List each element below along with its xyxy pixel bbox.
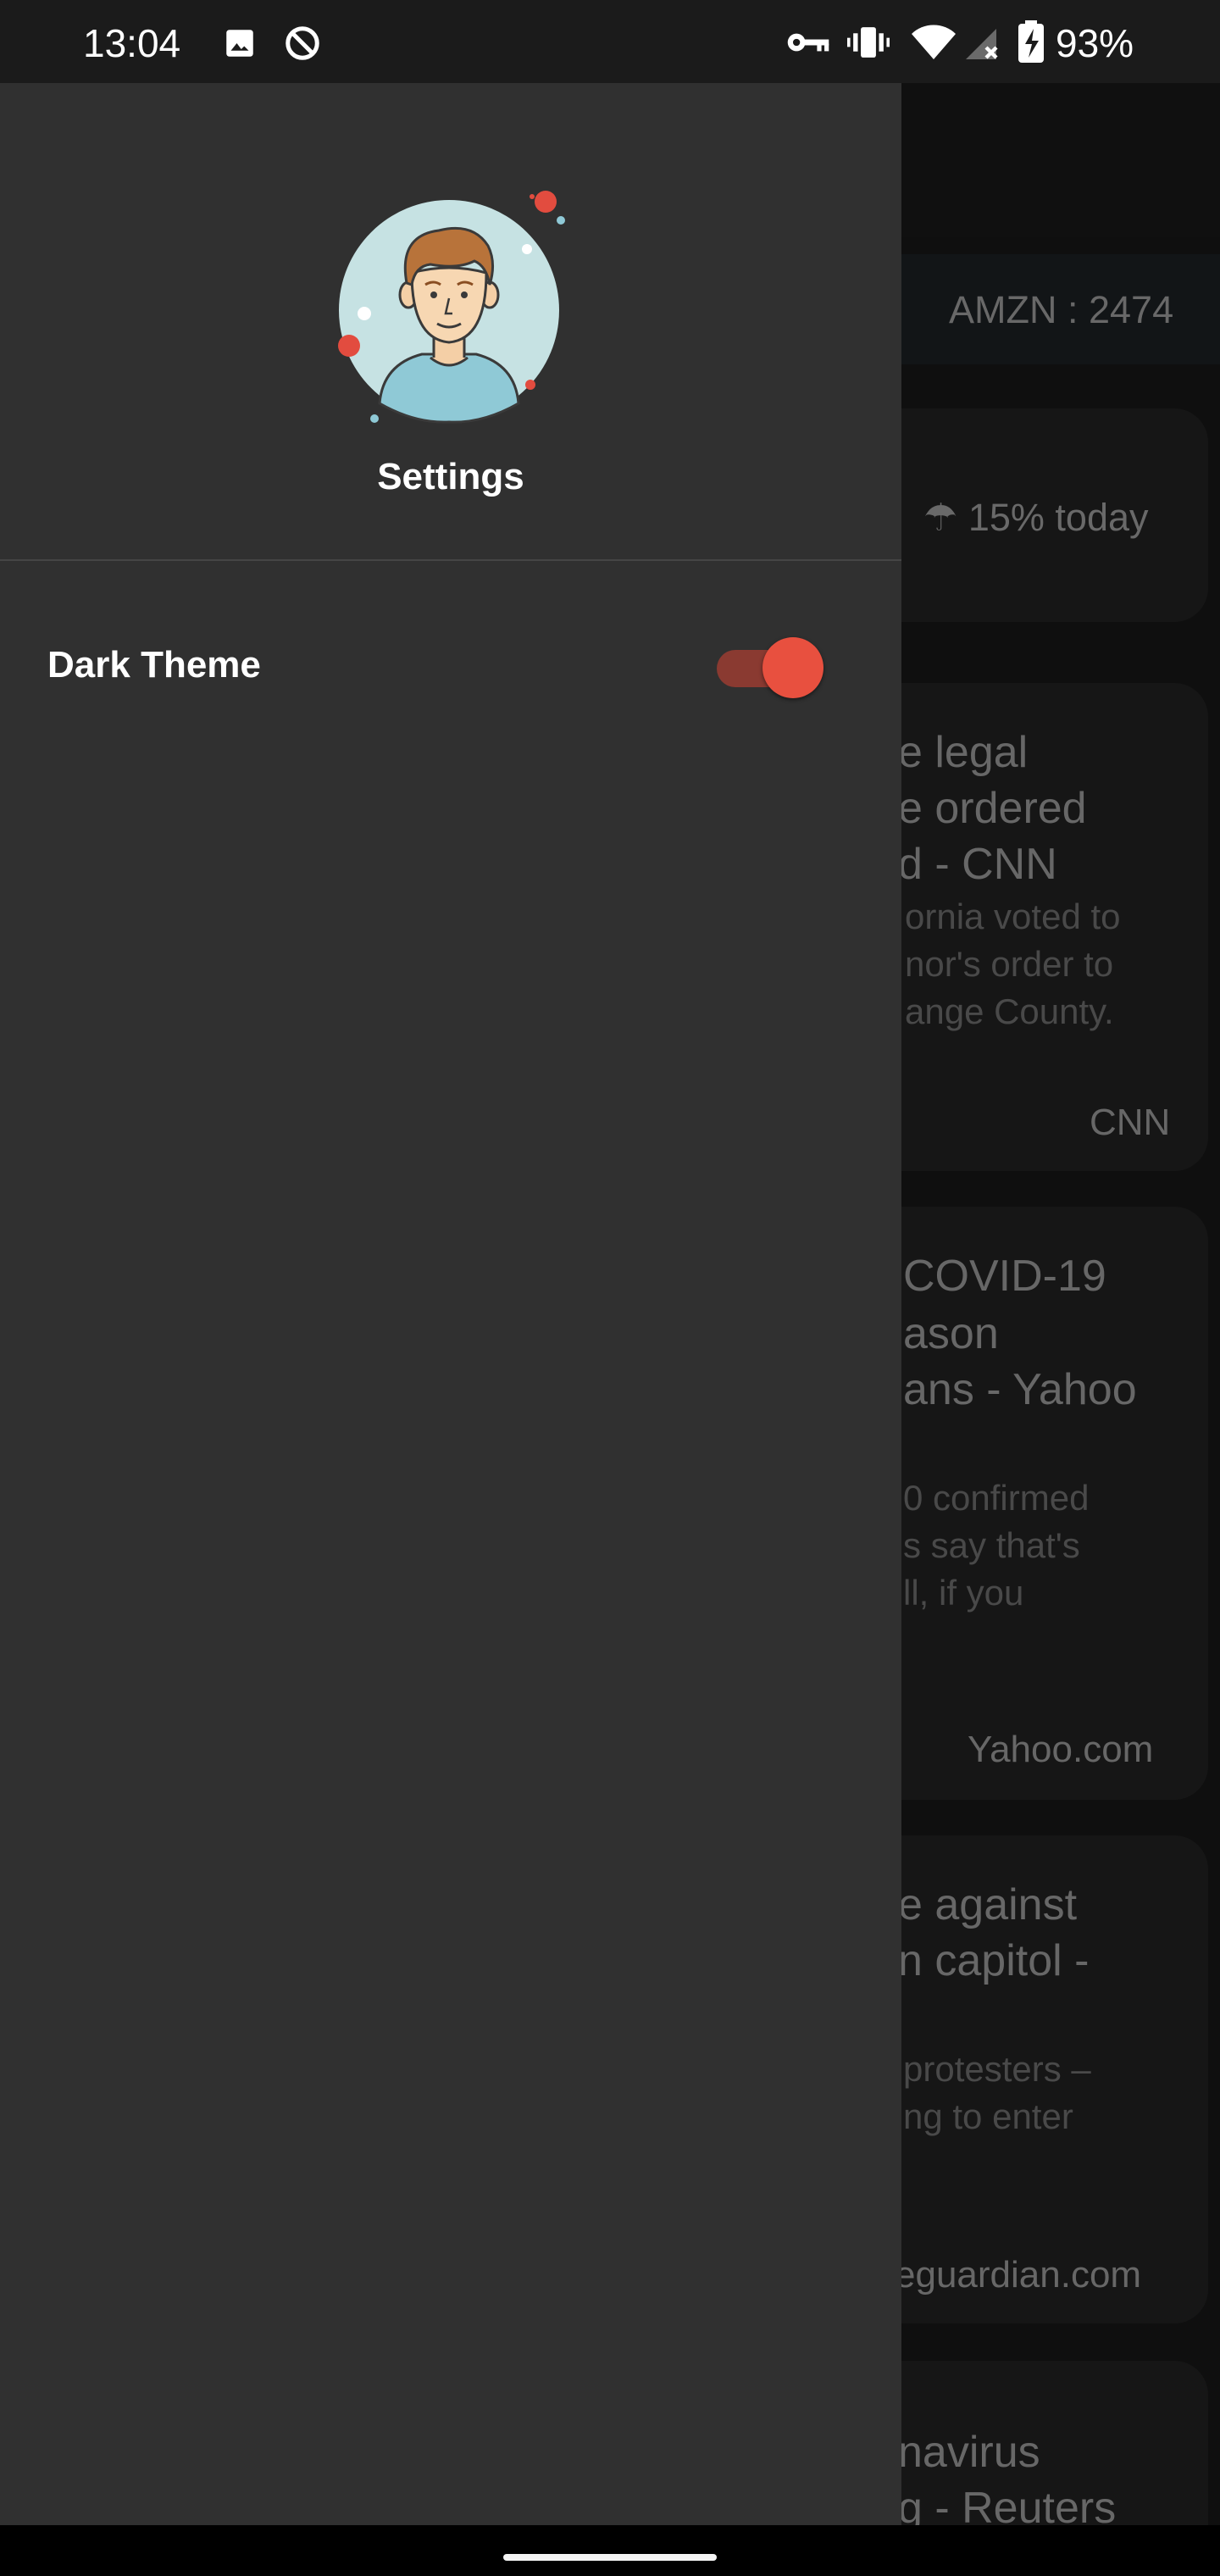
- dark-theme-setting[interactable]: Dark Theme: [0, 625, 901, 710]
- home-gesture-handle[interactable]: [503, 2554, 717, 2561]
- cellular-no-signal-icon: [962, 25, 1003, 67]
- dark-theme-toggle[interactable]: [717, 636, 825, 700]
- do-not-disturb-icon: [283, 24, 322, 67]
- status-time: 13:04: [83, 21, 181, 65]
- status-bar: 13:04 93%: [0, 0, 1220, 83]
- drawer-scrim[interactable]: [901, 83, 1220, 2525]
- vibrate-icon: [847, 24, 890, 65]
- image-icon: [222, 25, 258, 65]
- battery-charging-icon: [1018, 20, 1044, 67]
- drawer-title: Settings: [377, 456, 524, 497]
- divider: [0, 559, 901, 561]
- toggle-thumb: [762, 637, 824, 698]
- battery-percentage: 93%: [1056, 21, 1134, 65]
- dark-theme-label: Dark Theme: [47, 644, 261, 686]
- avatar[interactable]: [330, 185, 585, 439]
- vpn-key-icon: [786, 27, 830, 62]
- system-navigation-bar: [0, 2525, 1220, 2576]
- wifi-icon: [912, 24, 956, 65]
- navigation-drawer: Settings Dark Theme: [0, 83, 901, 2525]
